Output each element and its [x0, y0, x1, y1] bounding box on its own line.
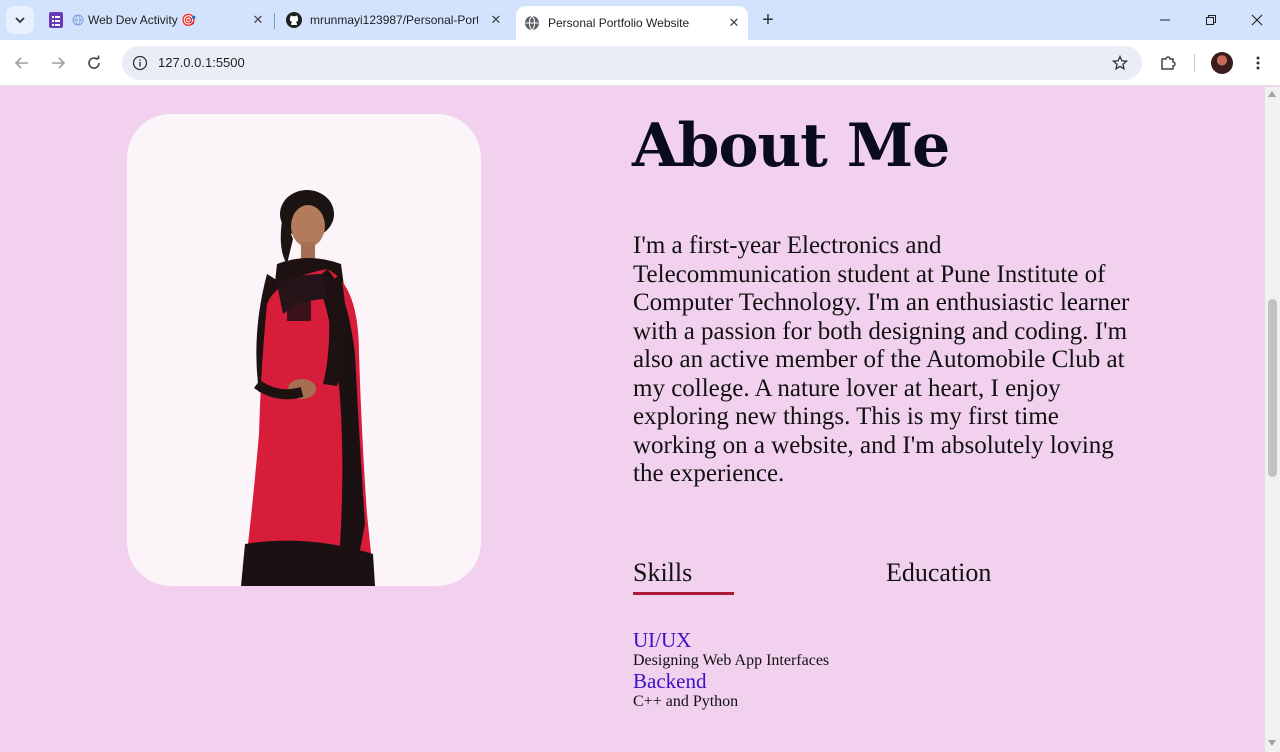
plus-icon: +: [762, 8, 774, 31]
reload-button[interactable]: [80, 49, 108, 77]
globe-icon: [524, 15, 540, 31]
browser-tabstrip: Web Dev Activity 🎯 ✕ mrunmayi123987/Pers…: [0, 0, 1280, 40]
tab-search-button[interactable]: [6, 6, 34, 34]
browser-menu-button[interactable]: [1244, 49, 1272, 77]
tab-separator: [274, 13, 275, 29]
tab-web-dev-activity[interactable]: Web Dev Activity 🎯 ✕: [40, 0, 272, 40]
skill-title: Backend: [633, 669, 707, 693]
portrait-illustration: [241, 190, 375, 586]
skill-description: Designing Web App Interfaces: [633, 652, 830, 669]
chevron-down-icon: [15, 17, 25, 24]
url-text[interactable]: 127.0.0.1:5500: [158, 55, 245, 70]
profile-avatar[interactable]: [1211, 52, 1233, 74]
close-tab-icon[interactable]: ✕: [488, 12, 504, 28]
about-heading: About Me: [632, 111, 950, 181]
scrollbar-thumb[interactable]: [1268, 299, 1277, 477]
reload-icon: [88, 55, 100, 69]
restore-icon: [1206, 15, 1216, 25]
extensions-button[interactable]: [1154, 49, 1182, 77]
profile-photo: [127, 114, 481, 586]
puzzle-icon: [1161, 56, 1176, 70]
arrow-right-icon: [52, 57, 66, 69]
tab-education[interactable]: Education: [886, 558, 991, 588]
address-bar[interactable]: 127.0.0.1:5500: [122, 46, 1142, 80]
skill-description: C++ and Python: [633, 693, 739, 710]
active-tab-underline: [633, 592, 734, 595]
tab-title: mrunmayi123987/Personal-Port: [310, 13, 478, 27]
forms-icon: [48, 12, 64, 28]
github-icon: [286, 12, 302, 28]
minimize-icon: [1160, 19, 1170, 21]
tab-title: Web Dev Activity 🎯: [88, 13, 197, 27]
close-tab-icon[interactable]: ✕: [250, 12, 266, 28]
close-tab-icon[interactable]: ✕: [726, 15, 742, 31]
browser-toolbar: 127.0.0.1:5500: [0, 40, 1280, 86]
minimize-button[interactable]: [1142, 0, 1188, 40]
new-tab-button[interactable]: +: [756, 8, 780, 32]
tab-github-repo[interactable]: mrunmayi123987/Personal-Port ✕: [278, 0, 510, 40]
tab-personal-portfolio[interactable]: Personal Portfolio Website ✕: [516, 6, 748, 40]
arrow-left-icon: [14, 57, 28, 69]
toolbar-divider: [1194, 54, 1195, 72]
scroll-up-arrow-icon[interactable]: [1268, 91, 1276, 97]
tab-skills[interactable]: Skills: [633, 558, 692, 588]
scroll-down-arrow-icon[interactable]: [1268, 740, 1276, 746]
close-window-button[interactable]: [1234, 0, 1280, 40]
more-vertical-icon: [1256, 56, 1260, 70]
site-info-icon[interactable]: [130, 53, 150, 73]
bookmark-star-icon[interactable]: [1110, 53, 1130, 73]
tab-title: Personal Portfolio Website: [548, 16, 690, 30]
skill-title: UI/UX: [633, 628, 692, 652]
globe-icon: [72, 14, 84, 26]
page-viewport: About Me I'm a first-year Electronics an…: [0, 87, 1265, 752]
close-icon: [1251, 14, 1263, 26]
page-scrollbar[interactable]: [1265, 87, 1280, 752]
back-button[interactable]: [8, 49, 36, 77]
about-paragraph: I'm a first-year Electronics and Telecom…: [633, 232, 1130, 487]
forward-button[interactable]: [44, 49, 72, 77]
restore-button[interactable]: [1188, 0, 1234, 40]
